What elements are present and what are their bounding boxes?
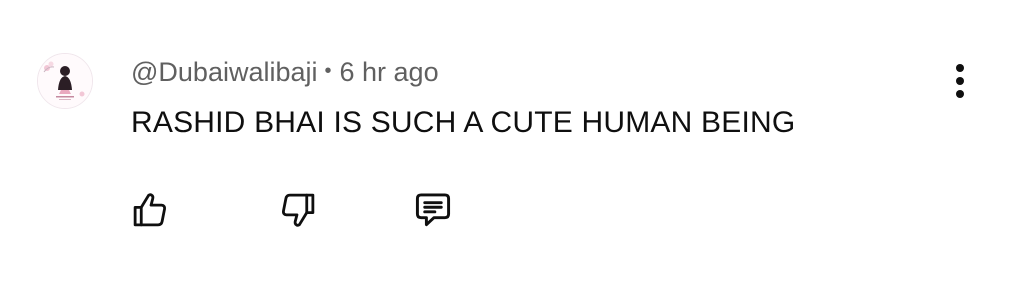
- comment-item: @Dubaiwalibaji • 6 hr ago RASHID BHAI IS…: [0, 0, 1024, 281]
- thumbs-down-icon: [282, 193, 315, 227]
- avatar-image: [38, 54, 92, 108]
- meta-separator: •: [324, 59, 332, 82]
- reply-comment-icon: [415, 193, 451, 227]
- like-button[interactable]: [126, 186, 174, 234]
- comment-timestamp: 6 hr ago: [339, 56, 439, 87]
- more-options-button[interactable]: [942, 58, 978, 104]
- comment-meta: @Dubaiwalibaji • 6 hr ago: [131, 54, 439, 90]
- avatar[interactable]: [37, 53, 93, 109]
- more-vertical-icon: [956, 64, 964, 98]
- reply-button[interactable]: [409, 186, 457, 234]
- thumbs-up-icon: [133, 193, 166, 227]
- comment-text: RASHID BHAI IS SUCH A CUTE HUMAN BEING: [131, 106, 796, 139]
- dislike-button[interactable]: [274, 186, 322, 234]
- author-handle[interactable]: @Dubaiwalibaji: [131, 57, 318, 88]
